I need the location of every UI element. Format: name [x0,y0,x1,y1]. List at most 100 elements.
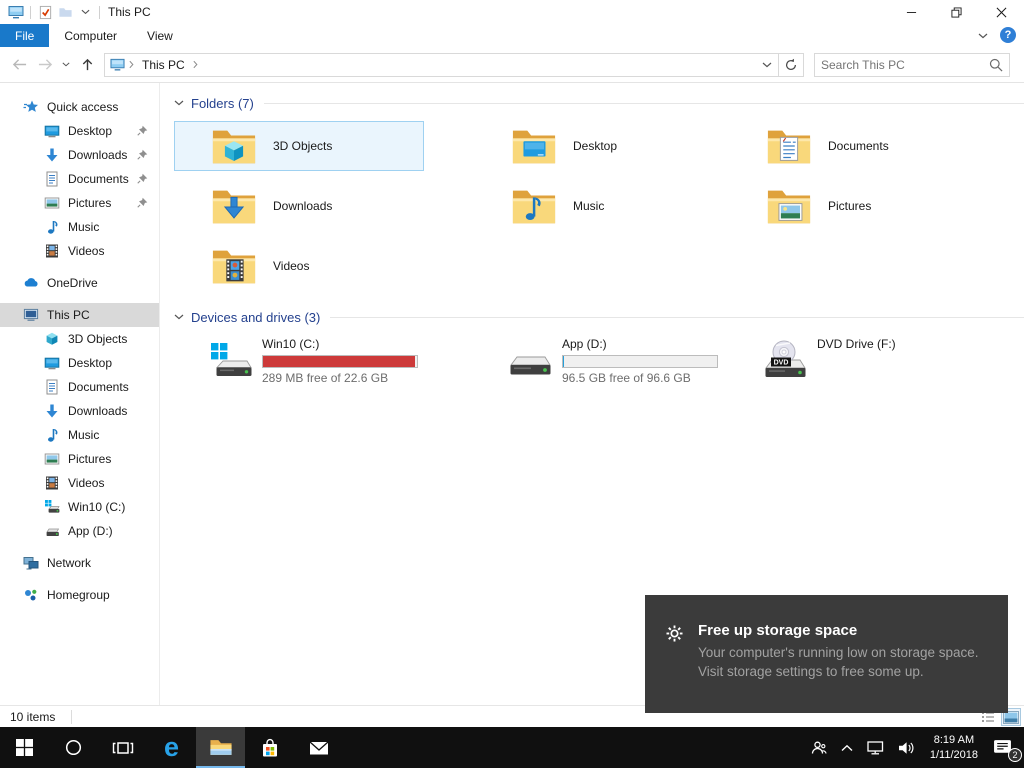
group-title: Devices and drives (3) [191,310,320,325]
sidebar-item-videos-pc[interactable]: Videos [0,471,159,495]
folder-tile-documents[interactable]: Documents [729,121,979,171]
expand-ribbon-icon[interactable] [978,28,988,42]
sidebar-item-downloads-pc[interactable]: Downloads [0,399,159,423]
sidebar-item-label: This PC [47,308,90,322]
folder-tile-label: 3D Objects [273,139,332,153]
group-header-folders[interactable]: Folders (7) [174,93,1024,113]
file-explorer-icon [209,738,233,757]
app-icon [6,2,26,22]
sidebar-item-music[interactable]: Music [0,215,159,239]
breadcrumb-chevron-icon[interactable] [193,58,198,72]
sidebar-item-win10-c[interactable]: Win10 (C:) [0,495,159,519]
drive-tile-dvd-f[interactable]: DVD Drive (F:) [729,335,1024,385]
pin-icon [137,125,148,136]
drive-name: App (D:) [562,337,718,354]
sidebar-item-documents-pc[interactable]: Documents [0,375,159,399]
tab-file[interactable]: File [0,24,49,47]
folder-tile-label: Desktop [573,139,617,153]
sidebar-item-label: 3D Objects [68,332,127,346]
sidebar-item-label: Music [68,220,99,234]
network-tray-icon[interactable] [860,727,891,768]
minimize-button[interactable] [889,0,934,24]
sidebar-item-label: Network [47,556,91,570]
sidebar-item-desktop[interactable]: Desktop [0,119,159,143]
folder-tile-music[interactable]: Music [474,181,724,231]
file-explorer-taskbar-button[interactable] [196,727,245,768]
mail-icon [309,740,329,756]
sidebar-item-desktop-pc[interactable]: Desktop [0,351,159,375]
folder-tile-desktop[interactable]: Desktop [474,121,724,171]
navigation-pane: Quick access Desktop Downloads Documents… [0,83,160,705]
help-icon[interactable]: ? [1000,27,1016,43]
titlebar-separator [30,6,31,19]
refresh-button[interactable] [779,53,804,77]
forward-button[interactable] [32,53,58,77]
sidebar-item-app-d[interactable]: App (D:) [0,519,159,543]
start-button[interactable] [0,727,49,768]
collapse-chevron-icon[interactable] [174,100,184,106]
title-bar: This PC [0,0,1024,24]
location-icon [110,57,125,72]
status-divider [71,710,72,724]
sidebar-item-label: Documents [68,380,129,394]
sidebar-item-label: Documents [68,172,129,186]
sidebar-item-quick-access[interactable]: Quick access [0,95,159,119]
sidebar-item-pictures[interactable]: Pictures [0,191,159,215]
group-header-devices[interactable]: Devices and drives (3) [174,307,1024,327]
folder-tile-3d-objects[interactable]: 3D Objects [174,121,424,171]
sidebar-item-label: Videos [68,244,104,258]
address-bar[interactable]: This PC [104,53,779,77]
recent-locations-dropdown[interactable] [58,53,74,77]
up-button[interactable] [74,53,100,77]
task-view-button[interactable] [98,727,147,768]
folder-tile-pictures[interactable]: Pictures [729,181,979,231]
search-input[interactable] [821,58,989,72]
search-box[interactable] [814,53,1010,77]
folder-tile-label: Documents [828,139,889,153]
drive-tile-app-d[interactable]: App (D:) 96.5 GB free of 96.6 GB [474,335,729,385]
cortana-search-button[interactable] [49,727,98,768]
qat-properties-button[interactable] [35,2,55,22]
sidebar-item-downloads[interactable]: Downloads [0,143,159,167]
sidebar-item-pictures-pc[interactable]: Pictures [0,447,159,471]
pin-icon [137,197,148,208]
volume-tray-icon[interactable] [891,727,922,768]
people-tray-button[interactable] [803,727,834,768]
collapse-chevron-icon[interactable] [174,314,184,320]
back-button[interactable] [6,53,32,77]
clock[interactable]: 8:19 AM 1/11/2018 [922,727,986,768]
restore-button[interactable] [934,0,979,24]
gear-icon [666,625,683,642]
qat-customize-dropdown[interactable] [75,2,95,22]
action-center-button[interactable]: 2 [986,727,1024,768]
sidebar-item-homegroup[interactable]: Homegroup [0,583,159,607]
tab-view[interactable]: View [132,24,188,47]
breadcrumb-chevron-icon[interactable] [129,58,134,72]
store-taskbar-button[interactable] [245,727,294,768]
breadcrumb[interactable]: This PC [142,58,185,72]
sidebar-item-documents[interactable]: Documents [0,167,159,191]
storage-toast-notification[interactable]: Free up storage space Your computer's ru… [645,595,1008,713]
tab-computer[interactable]: Computer [49,24,132,47]
sidebar-item-music-pc[interactable]: Music [0,423,159,447]
drive-usage-bar [262,355,418,368]
drive-tile-win10-c[interactable]: Win10 (C:) 289 MB free of 22.6 GB [174,335,474,385]
mail-taskbar-button[interactable] [294,727,343,768]
edge-taskbar-button[interactable]: e [147,727,196,768]
sidebar-item-onedrive[interactable]: OneDrive [0,271,159,295]
address-dropdown-icon[interactable] [762,62,778,68]
qat-new-folder-button[interactable] [55,2,75,22]
toast-body: Your computer's running low on storage s… [698,643,990,681]
search-icon[interactable] [989,58,1003,72]
group-title: Folders (7) [191,96,254,111]
close-button[interactable] [979,0,1024,24]
sidebar-item-this-pc[interactable]: This PC [0,303,159,327]
sidebar-item-videos[interactable]: Videos [0,239,159,263]
sidebar-item-label: Desktop [68,124,112,138]
folder-tile-downloads[interactable]: Downloads [174,181,424,231]
hidden-icons-chevron[interactable] [834,727,860,768]
edge-icon: e [164,734,179,761]
folder-tile-videos[interactable]: Videos [174,241,424,291]
sidebar-item-3d-objects[interactable]: 3D Objects [0,327,159,351]
sidebar-item-network[interactable]: Network [0,551,159,575]
